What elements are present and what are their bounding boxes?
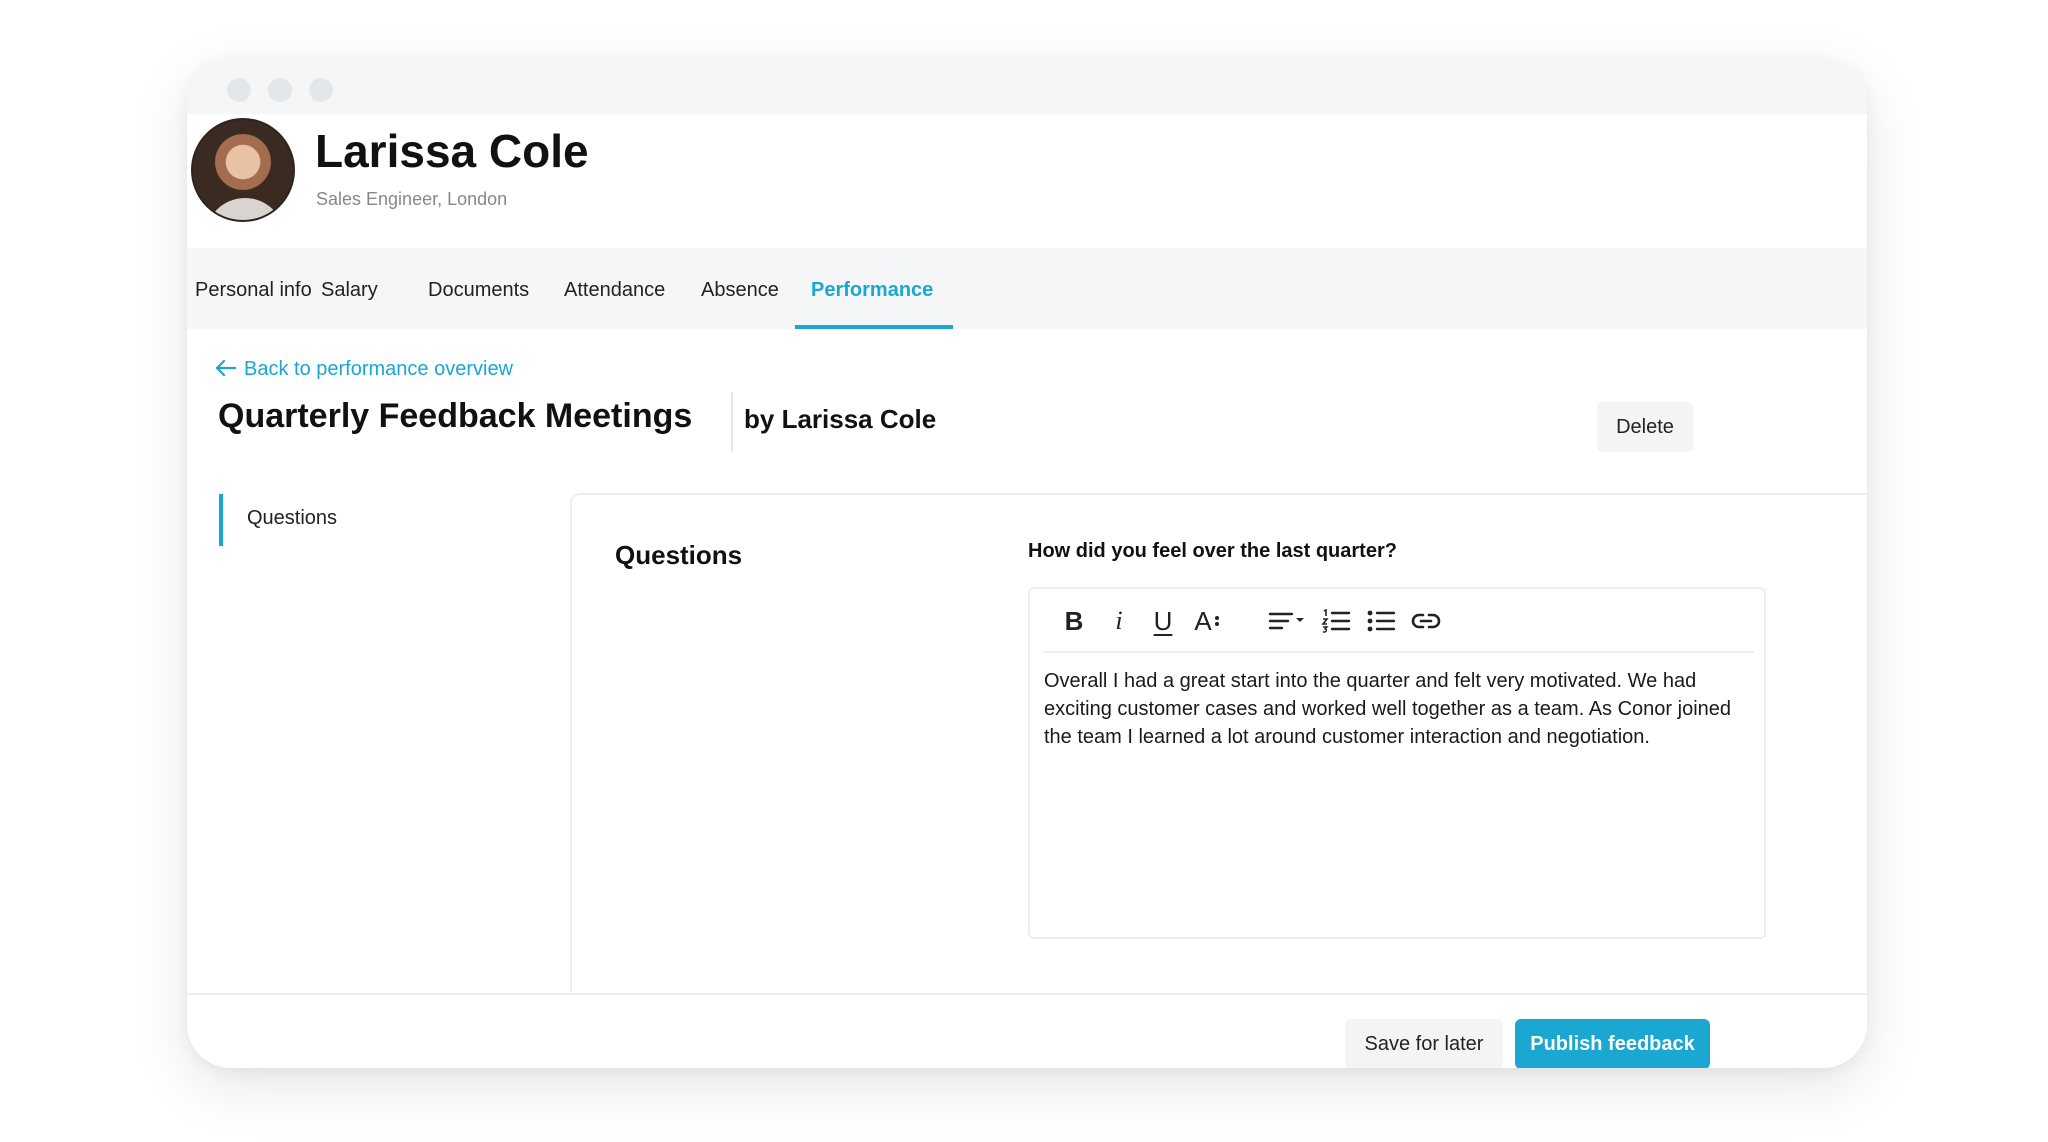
active-tab-indicator: [795, 325, 953, 329]
profile-name: Larissa Cole: [315, 125, 589, 177]
author-label: by Larissa Cole: [744, 404, 937, 434]
app-window: Larissa Cole Sales Engineer, London Pers…: [187, 58, 1867, 1068]
tab-absence[interactable]: Absence: [701, 248, 779, 329]
underline-glyph: U: [1153, 605, 1173, 636]
card-heading: Questions: [615, 540, 743, 570]
back-to-overview-link[interactable]: Back to performance overview: [216, 358, 513, 381]
tab-documents[interactable]: Documents: [428, 248, 529, 329]
tab-personal-info[interactable]: Personal info: [195, 248, 312, 329]
window-control-maximize[interactable]: [309, 78, 333, 102]
window-control-close[interactable]: [227, 78, 251, 102]
link-icon[interactable]: [1408, 603, 1444, 639]
italic-icon[interactable]: i: [1101, 603, 1137, 639]
tab-attendance[interactable]: Attendance: [564, 248, 665, 329]
feedback-answer-text[interactable]: Overall I had a great start into the qua…: [1044, 667, 1754, 751]
page-title: Quarterly Feedback Meetings: [218, 397, 693, 435]
side-nav-active-indicator: [219, 494, 223, 546]
back-link-label: Back to performance overview: [244, 358, 514, 380]
bold-glyph: B: [1064, 605, 1084, 636]
save-for-later-button[interactable]: Save for later: [1345, 1019, 1503, 1068]
tab-performance[interactable]: Performance: [811, 248, 933, 329]
title-divider: [731, 392, 733, 452]
rich-text-editor[interactable]: B i U A Overall I had a great start into…: [1028, 587, 1766, 939]
bulleted-list-icon[interactable]: [1363, 603, 1399, 639]
delete-button[interactable]: Delete: [1597, 402, 1693, 452]
tab-bar: Personal info Salary Documents Attendanc…: [187, 248, 1867, 329]
font-size-dots-icon: [1214, 616, 1219, 626]
action-footer: Save for later Publish feedback: [187, 993, 1867, 1068]
window-titlebar: [187, 58, 1867, 114]
profile-role: Sales Engineer, London: [316, 189, 508, 209]
link-glyph-icon: [1411, 613, 1441, 629]
avatar: [191, 118, 295, 222]
bold-icon[interactable]: B: [1056, 603, 1092, 639]
arrow-left-icon: [216, 360, 236, 376]
window-control-minimize[interactable]: [268, 78, 292, 102]
tab-salary[interactable]: Salary: [321, 248, 378, 329]
side-nav-item-label: Questions: [247, 507, 338, 529]
align-icon[interactable]: [1264, 603, 1308, 639]
editor-toolbar: B i U A: [1044, 589, 1754, 653]
numbered-list-glyph-icon: [1321, 609, 1351, 633]
font-size-icon[interactable]: A: [1189, 603, 1225, 639]
questions-card: Questions How did you feel over the last…: [570, 493, 1867, 993]
italic-glyph: i: [1115, 606, 1123, 635]
align-left-dropdown-icon: [1268, 612, 1304, 630]
avatar-shirt: [205, 198, 285, 220]
question-label: How did you feel over the last quarter?: [1028, 540, 1397, 562]
publish-feedback-button[interactable]: Publish feedback: [1515, 1019, 1710, 1068]
font-size-glyph: A: [1194, 605, 1212, 636]
bulleted-list-glyph-icon: [1367, 610, 1396, 632]
side-nav-item-questions[interactable]: Questions: [219, 494, 579, 546]
numbered-list-icon[interactable]: [1318, 603, 1354, 639]
underline-icon[interactable]: U: [1145, 603, 1181, 639]
